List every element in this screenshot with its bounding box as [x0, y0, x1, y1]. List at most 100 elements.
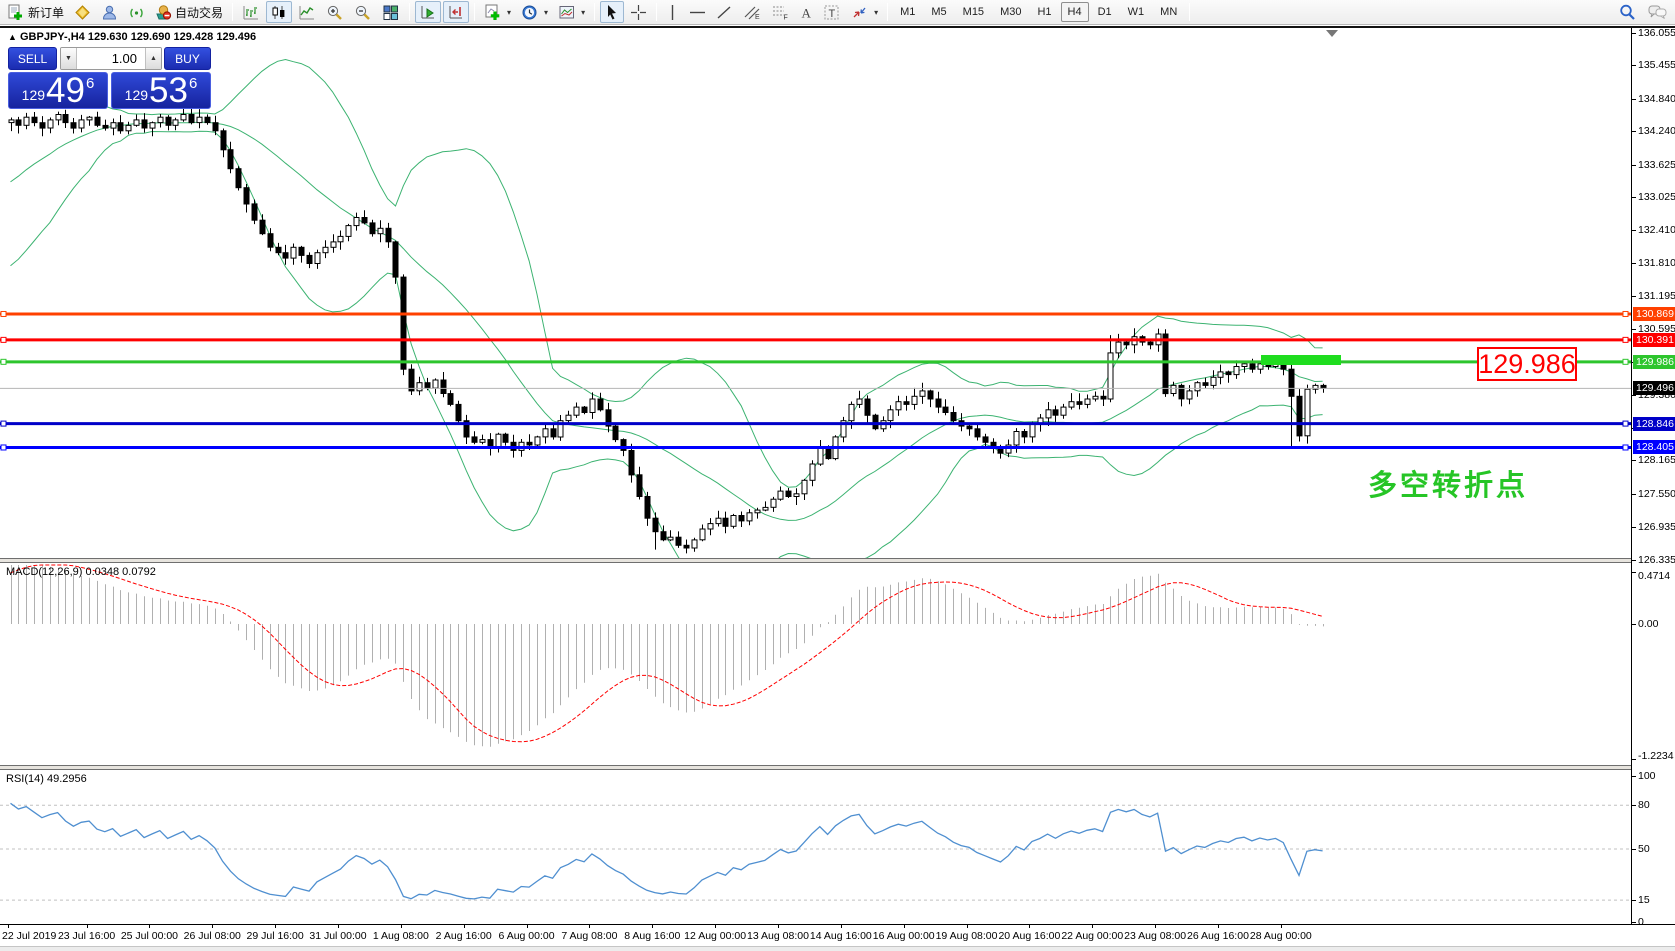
arrows-icon: [851, 4, 869, 21]
chat-button[interactable]: [1643, 1, 1672, 23]
search-button[interactable]: [1614, 1, 1641, 23]
buy-price-display[interactable]: 129 53 6: [111, 72, 211, 109]
highlight-rectangle[interactable]: [1261, 355, 1341, 365]
templates-icon: [558, 4, 576, 21]
sell-price-prefix: 129: [22, 87, 45, 103]
auto-scroll-button[interactable]: [415, 1, 441, 23]
fibonacci-button[interactable]: F: [767, 1, 793, 23]
market-watch-button[interactable]: [70, 1, 95, 23]
templates-button[interactable]: ▾: [554, 1, 589, 23]
macd-histogram: [12, 565, 1324, 747]
trendline-button[interactable]: [712, 1, 737, 23]
time-axis[interactable]: 22 Jul 201923 Jul 16:0025 Jul 00:0026 Ju…: [0, 925, 1675, 946]
axis-tick: [1632, 329, 1636, 330]
axis-tick: [1632, 263, 1636, 264]
text-label-button[interactable]: T: [819, 1, 845, 23]
current-price-chip: 129.496: [1633, 381, 1675, 395]
buy-button[interactable]: BUY: [164, 47, 211, 70]
line-handle-icon[interactable]: [1623, 359, 1628, 364]
timeframe-m30-button[interactable]: M30: [993, 2, 1028, 22]
tile-windows-icon: [382, 4, 400, 21]
chart-note-text[interactable]: 多空转折点: [1368, 462, 1528, 504]
arrows-dropdown-caret[interactable]: ▾: [874, 8, 878, 17]
crosshair-button[interactable]: [626, 1, 651, 23]
line-handle-icon[interactable]: [1, 421, 6, 426]
price-axis[interactable]: 136.055135.455134.840134.240133.625133.0…: [1632, 28, 1675, 924]
zoom-in-button[interactable]: [322, 1, 348, 23]
timeframe-h1-button[interactable]: H1: [1030, 2, 1058, 22]
axis-tick: [1632, 900, 1636, 901]
chart-shift-marker-icon[interactable]: [1326, 30, 1338, 37]
volume-input[interactable]: [76, 48, 146, 69]
sell-price-display[interactable]: 129 49 6: [8, 72, 108, 109]
time-tick: [275, 925, 276, 928]
periods-dropdown-caret[interactable]: ▾: [544, 8, 548, 17]
indicators-button[interactable]: ▾: [480, 1, 515, 23]
line-handle-icon[interactable]: [1623, 421, 1628, 426]
chart-shift-button[interactable]: [443, 1, 469, 23]
zoom-out-button[interactable]: [350, 1, 376, 23]
toolbar-separator: [594, 3, 595, 21]
line-handle-icon[interactable]: [1, 337, 6, 342]
line-handle-icon[interactable]: [1, 311, 6, 316]
macd-canvas[interactable]: [0, 563, 1631, 765]
tile-windows-button[interactable]: [378, 1, 404, 23]
rsi-indicator-pane[interactable]: [0, 770, 1631, 924]
candle-chart-mode-button[interactable]: [266, 1, 292, 23]
time-label: 14 Aug 16:00: [810, 930, 872, 942]
time-tick: [212, 925, 213, 928]
candle-chart-mode-icon: [270, 4, 288, 21]
price-callout-box[interactable]: 129.986: [1477, 347, 1577, 381]
candlestick-series: [9, 106, 1326, 553]
timeframe-m5-button[interactable]: M5: [924, 2, 953, 22]
timeframe-m1-button[interactable]: M1: [893, 2, 922, 22]
line-chart-mode-button[interactable]: [294, 1, 320, 23]
market-watch-icon: [74, 4, 91, 21]
line-handle-icon[interactable]: [1623, 337, 1628, 342]
volume-decrease-button[interactable]: ▼: [61, 48, 76, 69]
axis-label: 0.00: [1638, 618, 1658, 630]
axis-tick: [1632, 197, 1636, 198]
auto-trading-button[interactable]: 自动交易: [151, 1, 227, 23]
time-tick: [338, 925, 339, 928]
new-order-button[interactable]: 新订单: [3, 1, 68, 23]
axis-label: 128.165: [1638, 454, 1675, 466]
periods-button[interactable]: ▾: [517, 1, 552, 23]
equidistant-channel-button[interactable]: E: [739, 1, 765, 23]
horizontal-line-button[interactable]: [685, 1, 710, 23]
text-button[interactable]: A: [795, 1, 817, 23]
axis-tick: [1632, 759, 1636, 760]
accounts-button[interactable]: [97, 1, 122, 23]
cursor-button[interactable]: [600, 1, 624, 23]
time-tick: [1029, 925, 1030, 928]
axis-tick: [1632, 805, 1636, 806]
fibonacci-icon: F: [771, 4, 789, 21]
macd-indicator-pane[interactable]: [0, 563, 1631, 765]
bar-chart-mode-button[interactable]: [238, 1, 264, 23]
timeframe-mn-button[interactable]: MN: [1153, 2, 1184, 22]
indicators-dropdown-caret[interactable]: ▾: [507, 8, 511, 17]
line-handle-icon[interactable]: [1, 445, 6, 450]
timeframe-d1-button[interactable]: D1: [1091, 2, 1119, 22]
signals-button[interactable]: [124, 1, 149, 23]
new-order-icon: [7, 4, 25, 21]
timeframe-h4-button[interactable]: H4: [1061, 2, 1089, 22]
templates-dropdown-caret[interactable]: ▾: [581, 8, 585, 17]
axis-label: 131.810: [1638, 257, 1675, 269]
timeframe-w1-button[interactable]: W1: [1121, 2, 1152, 22]
arrows-button[interactable]: ▾: [847, 1, 882, 23]
line-handle-icon[interactable]: [1623, 311, 1628, 316]
vertical-line-button[interactable]: [662, 1, 683, 23]
volume-increase-button[interactable]: ▲: [146, 48, 161, 69]
text-icon: A: [799, 4, 813, 21]
time-tick: [967, 925, 968, 928]
ohlc-low: 129.428: [174, 31, 214, 43]
sell-button[interactable]: SELL: [8, 47, 57, 70]
rsi-canvas[interactable]: [0, 770, 1631, 924]
price-level-chip-130.391: 130.391: [1633, 333, 1675, 347]
timeframe-m15-button[interactable]: M15: [956, 2, 991, 22]
ohlc-high: 129.690: [131, 31, 171, 43]
bollinger-middle-band: [11, 122, 1323, 520]
line-handle-icon[interactable]: [1, 359, 6, 364]
line-handle-icon[interactable]: [1623, 445, 1628, 450]
